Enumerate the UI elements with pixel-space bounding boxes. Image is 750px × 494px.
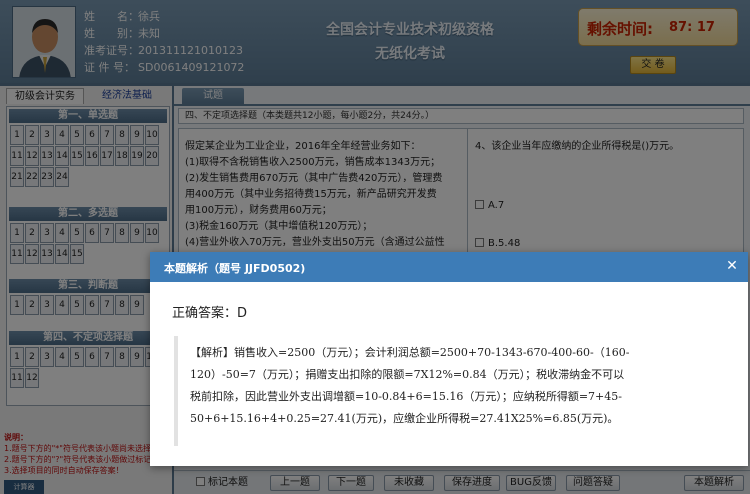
analysis-line: 120）-50=7（万元）；捐赠支出扣除的限额=7X12%=0.84（万元）；税… [190, 368, 625, 381]
analysis-dialog: 本题解析（题号 JJFD0502) ✕ 正确答案：D 【解析】销售收入=2500… [150, 252, 748, 466]
analysis-text: 【解析】销售收入=2500（万元）；会计利润总额=2500+70-1343-67… [174, 336, 722, 446]
dialog-title: 本题解析（题号 JJFD0502) [164, 262, 306, 275]
close-icon[interactable]: ✕ [724, 258, 740, 274]
analysis-line: 税前扣除，因此营业外支出调增额=10-0.84+6=15.16（万元）；应纳税所… [190, 390, 622, 403]
correct-answer: 正确答案：D [172, 306, 248, 321]
analysis-line: 50+6+15.16+4+0.25=27.41(万元)，应缴企业所得税=27.4… [190, 412, 619, 425]
dialog-header: 本题解析（题号 JJFD0502) ✕ [150, 252, 748, 282]
analysis-line: 【解析】销售收入=2500（万元）；会计利润总额=2500+70-1343-67… [190, 346, 630, 359]
